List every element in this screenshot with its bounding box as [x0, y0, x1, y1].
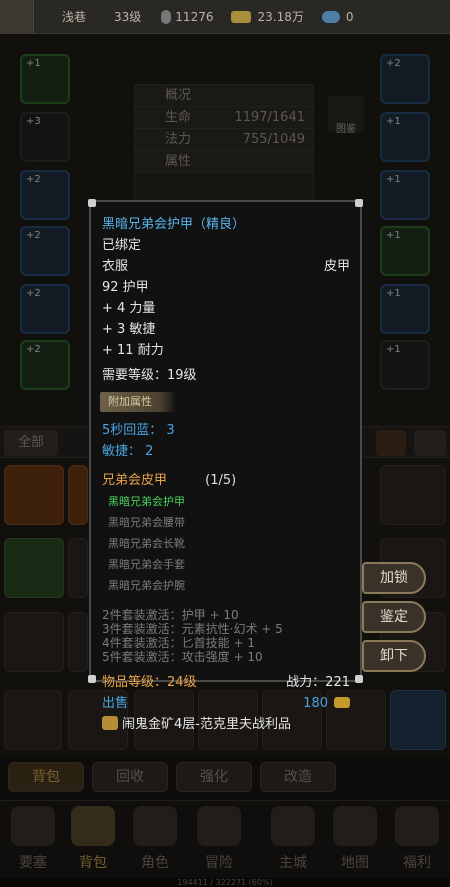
- lock-button[interactable]: 加锁: [362, 562, 426, 594]
- item-slot-row: 衣服 皮甲: [102, 256, 350, 277]
- set-item-inactive: 黑暗兄弟会护腕: [108, 579, 185, 592]
- extra-attr: 5秒回蓝： 3: [102, 423, 175, 438]
- item-stat: + 3 敏捷: [102, 322, 156, 337]
- gold-value: 23.18万: [257, 10, 304, 24]
- sell-label: 出售: [102, 696, 129, 711]
- unequip-button[interactable]: 卸下: [362, 640, 426, 672]
- level-power-row: 物品等级：24级 战力：221: [102, 672, 350, 693]
- item-source: 闹鬼金矿4层-范克里夫战利品: [122, 717, 291, 732]
- item-slot: 衣服: [102, 259, 129, 274]
- loot-bag-icon: [102, 716, 118, 730]
- identify-button[interactable]: 鉴定: [362, 601, 426, 633]
- set-bonus: 2件套装激活：护甲 + 10: [102, 608, 239, 622]
- item-source-row: 闹鬼金矿4层-范克里夫战利品: [102, 714, 350, 735]
- item-armor-type: 皮甲: [323, 259, 350, 274]
- item-tooltip: 黑暗兄弟会护甲（精良） 已绑定 衣服 皮甲 92 护甲 + 4 力量 + 3 敏…: [88, 199, 363, 732]
- corner-ornament: [88, 675, 96, 683]
- gold-icon: [231, 10, 252, 23]
- menu-avatar[interactable]: [0, 0, 34, 34]
- sell-price: 180: [303, 696, 328, 711]
- set-name: 兄弟会皮甲: [102, 473, 168, 488]
- extra-attr-badge: 附加属性: [100, 392, 176, 412]
- set-bonus: 5件套装激活：攻击强度 + 10: [102, 650, 263, 664]
- set-header: 兄弟会皮甲 (1/5): [102, 470, 350, 491]
- gold-coin-icon: [334, 697, 350, 708]
- set-bonus: 3件套装激活：元素抗性·幻术 + 5: [102, 622, 283, 636]
- item-stat: + 11 耐力: [102, 343, 164, 358]
- item-armor: 92 护甲: [102, 280, 149, 295]
- set-bonus: 4件套装激活：匕首技能 + 1: [102, 636, 255, 650]
- item-power: 战力：221: [286, 675, 350, 690]
- corner-ornament: [355, 199, 363, 207]
- player-level: 33级: [114, 10, 142, 24]
- gem-value: 0: [345, 9, 354, 24]
- set-item-inactive: 黑暗兄弟会长靴: [108, 537, 185, 550]
- set-count: (1/5): [205, 473, 237, 488]
- corner-ornament: [355, 675, 363, 683]
- gem-icon: [321, 10, 340, 23]
- item-req-level: 需要等级：19级: [102, 368, 197, 383]
- top-status-bar: 浅巷 33级 11276 23.18万 0: [0, 0, 450, 34]
- sell-price-wrap: 180: [303, 693, 350, 714]
- set-item-inactive: 黑暗兄弟会手套: [108, 558, 185, 571]
- set-item-active: 黑暗兄弟会护甲: [108, 495, 185, 508]
- extra-attr: 敏捷： 2: [102, 444, 154, 459]
- sell-row: 出售 180: [102, 693, 350, 714]
- item-name: 黑暗兄弟会护甲（精良）: [102, 217, 246, 232]
- item-level: 物品等级：24级: [102, 675, 197, 690]
- set-item-inactive: 黑暗兄弟会腰带: [108, 516, 185, 529]
- item-bound: 已绑定: [102, 238, 142, 253]
- player-name: 浅巷: [62, 10, 87, 24]
- corner-ornament: [88, 199, 96, 207]
- item-stat: + 4 力量: [102, 301, 156, 316]
- energy-value: 11276: [175, 9, 214, 24]
- energy-icon: [161, 9, 172, 24]
